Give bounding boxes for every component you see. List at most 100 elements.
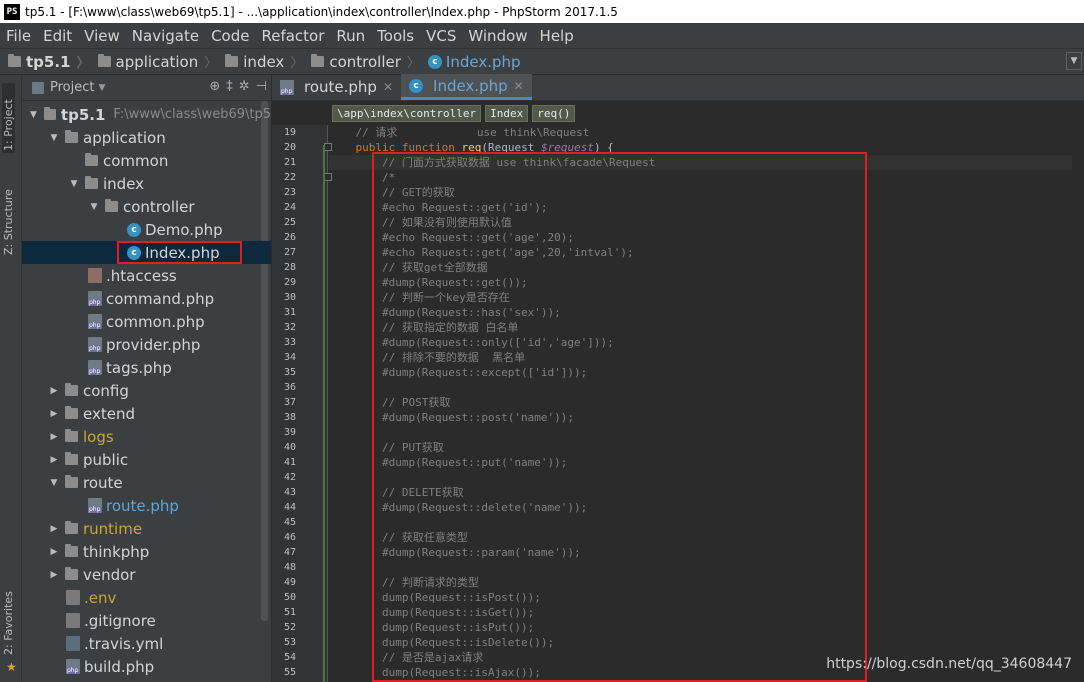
tree-item-build-php[interactable]: build.php xyxy=(22,655,271,678)
run-config-dropdown-icon[interactable]: ▼ xyxy=(1066,52,1082,70)
php-class-icon: c xyxy=(127,222,141,237)
nav-crumb-file[interactable]: c Index.php xyxy=(427,53,521,71)
php-file-icon xyxy=(88,498,102,513)
code-area[interactable]: // 请求 use think\Request public function … xyxy=(329,125,1084,682)
tree-item-common-php[interactable]: common.php xyxy=(22,310,271,333)
tree-item-extend[interactable]: ▶ extend xyxy=(22,402,271,425)
tree-item-controller[interactable]: ▼ controller xyxy=(22,195,271,218)
code-line: #echo Request::get('id'); xyxy=(329,201,548,214)
menu-navigate[interactable]: Navigate xyxy=(126,27,205,45)
chevron-down-icon[interactable]: ▼ xyxy=(88,202,100,212)
line-number: 45 xyxy=(283,517,296,528)
chevron-right-icon[interactable]: ▶ xyxy=(48,547,60,557)
code-line: #dump(Request::post('name')); xyxy=(329,411,575,424)
tree-item-thinkphp[interactable]: ▶ thinkphp xyxy=(22,540,271,563)
chevron-down-icon[interactable]: ▼ xyxy=(48,133,60,143)
tree-item-vendor[interactable]: ▶ vendor xyxy=(22,563,271,586)
tree-item-root[interactable]: ▼ tp5.1 F:\www\class\web69\tp5 xyxy=(22,103,271,126)
breadcrumb-class[interactable]: Index xyxy=(485,105,529,122)
editor-scrollbar[interactable] xyxy=(1072,125,1084,682)
tree-item-travis-yml[interactable]: .travis.yml xyxy=(22,632,271,655)
tree-item-config[interactable]: ▶ config xyxy=(22,379,271,402)
tree-item-index-php[interactable]: c Index.php xyxy=(22,241,271,264)
chevron-down-icon[interactable]: ▼ xyxy=(48,478,60,488)
tree-item-index[interactable]: ▼ index xyxy=(22,172,271,195)
tab-index-php[interactable]: c Index.php ✕ xyxy=(401,74,532,100)
tree-item-command-php[interactable]: command.php xyxy=(22,287,271,310)
close-icon[interactable]: ✕ xyxy=(514,79,524,93)
tree-item-application[interactable]: ▼ application xyxy=(22,126,271,149)
folder-icon xyxy=(97,54,111,67)
code-line: // 判断一个key是否存在 xyxy=(329,291,510,304)
chevron-down-icon[interactable]: ▼ xyxy=(68,179,80,189)
chevron-right-icon[interactable]: ▶ xyxy=(48,455,60,465)
line-number: 40 xyxy=(283,442,296,453)
tree-item-provider-php[interactable]: provider.php xyxy=(22,333,271,356)
menu-run[interactable]: Run xyxy=(330,27,371,45)
tree-item-runtime[interactable]: ▶ runtime xyxy=(22,517,271,540)
hide-icon[interactable]: ⊣ xyxy=(256,79,267,94)
tree-item-logs[interactable]: ▶ logs xyxy=(22,425,271,448)
php-file-icon xyxy=(88,291,102,306)
nav-crumb-application[interactable]: application 〉 xyxy=(97,52,217,71)
line-number: 46 xyxy=(283,532,296,543)
line-number: 34 xyxy=(283,352,296,363)
tree-item-htaccess[interactable]: .htaccess xyxy=(22,264,271,287)
code-line: dump(Request::isPost()); xyxy=(329,591,541,604)
tree-item-common-folder[interactable]: common xyxy=(22,149,271,172)
tree-item-route-php[interactable]: route.php xyxy=(22,494,271,517)
tree-item-env[interactable]: .env xyxy=(22,586,271,609)
tree-item-public[interactable]: ▶ public xyxy=(22,448,271,471)
navigation-bar: tp5.1 〉 application 〉 index 〉 controller 〉 c… xyxy=(0,48,1084,75)
line-number: 37 xyxy=(283,397,296,408)
code-line: #echo Request::get('age',20); xyxy=(329,231,575,244)
menu-vcs[interactable]: VCS xyxy=(420,27,462,45)
chevron-right-icon[interactable]: ▶ xyxy=(48,409,60,419)
php-class-icon: c xyxy=(127,245,141,260)
menu-file[interactable]: File xyxy=(0,27,37,45)
menu-edit[interactable]: Edit xyxy=(37,27,78,45)
line-number: 26 xyxy=(283,232,296,243)
line-number: 54 xyxy=(283,652,296,663)
tab-project-tool[interactable]: 1: Project xyxy=(2,83,15,153)
collapse-icon[interactable]: ‡ xyxy=(226,79,233,94)
tab-favorites-tool[interactable]: 2: Favorites xyxy=(2,585,15,655)
chevron-right-icon[interactable]: ▶ xyxy=(48,432,60,442)
tree-item-demo-php[interactable]: c Demo.php xyxy=(22,218,271,241)
phpstorm-logo-icon: PS xyxy=(4,3,20,20)
tree-item-route[interactable]: ▼ route xyxy=(22,471,271,494)
close-icon[interactable]: ✕ xyxy=(383,80,393,94)
folder-icon xyxy=(65,429,78,442)
nav-crumb-project[interactable]: tp5.1 〉 xyxy=(8,52,90,71)
chevron-down-icon[interactable]: ▼ xyxy=(98,83,105,93)
gear-icon[interactable]: ✲ xyxy=(239,79,250,94)
menu-refactor[interactable]: Refactor xyxy=(255,27,330,45)
tree-item-gitignore[interactable]: .gitignore xyxy=(22,609,271,632)
vcs-change-marker xyxy=(323,145,325,682)
tree-item-tags-php[interactable]: tags.php xyxy=(22,356,271,379)
code-line: // 获取任意类型 xyxy=(329,531,468,544)
locate-icon[interactable]: ⊕ xyxy=(209,79,220,94)
line-number: 35 xyxy=(283,367,296,378)
menu-help[interactable]: Help xyxy=(534,27,580,45)
code-line: dump(Request::isPut()); xyxy=(329,621,535,634)
menu-view[interactable]: View xyxy=(78,27,126,45)
tab-structure-tool[interactable]: Z: Structure xyxy=(2,175,15,255)
chevron-right-icon[interactable]: ▶ xyxy=(48,386,60,396)
breadcrumb-namespace[interactable]: \app\index\controller xyxy=(332,105,482,122)
menu-window[interactable]: Window xyxy=(462,27,533,45)
menu-tools[interactable]: Tools xyxy=(371,27,420,45)
chevron-down-icon[interactable]: ▼ xyxy=(28,110,39,120)
breadcrumb-method[interactable]: req() xyxy=(532,105,576,122)
code-line: // 获取get全部数据 xyxy=(329,261,488,274)
chevron-right-icon[interactable]: ▶ xyxy=(48,524,60,534)
tab-route-php[interactable]: route.php ✕ xyxy=(272,74,401,100)
watermark-text: https://blog.csdn.net/qq_34608447 xyxy=(826,656,1072,672)
line-number: 48 xyxy=(283,562,296,573)
chevron-right-icon[interactable]: ▶ xyxy=(48,570,60,580)
nav-crumb-index[interactable]: index 〉 xyxy=(225,52,303,71)
nav-crumb-controller[interactable]: controller 〉 xyxy=(311,52,420,71)
code-line: // 门面方式获取数据 use think\facade\Request xyxy=(329,156,656,169)
project-view-selector[interactable]: Project xyxy=(50,80,94,95)
menu-code[interactable]: Code xyxy=(205,27,255,45)
